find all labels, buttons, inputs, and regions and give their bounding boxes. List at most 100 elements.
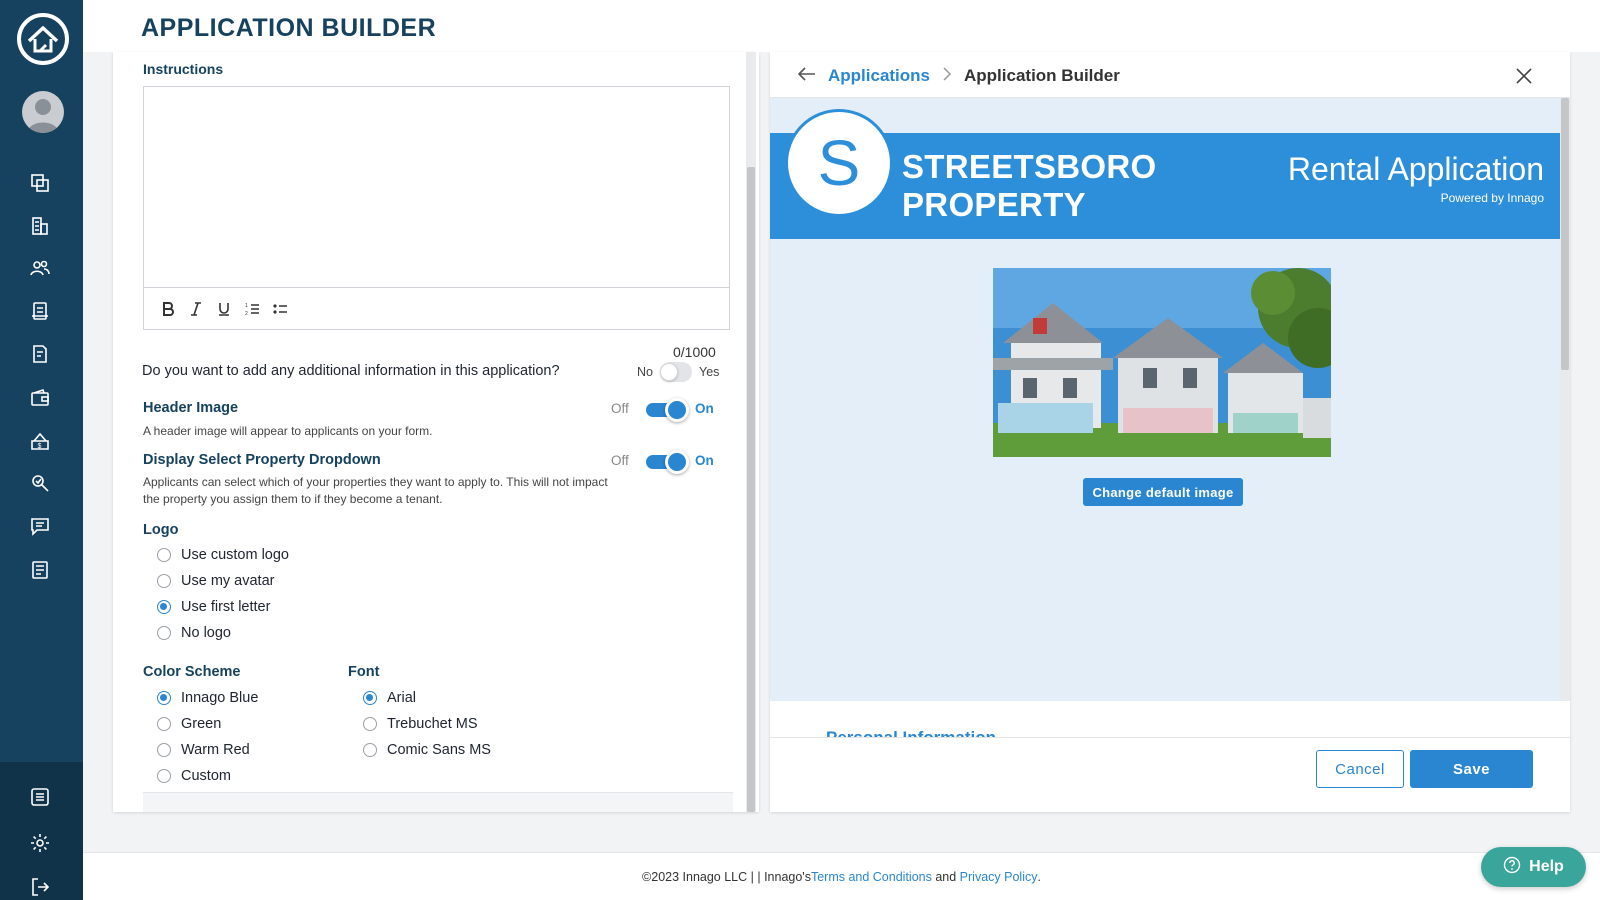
font-label: Font (348, 664, 380, 680)
bullet-list-icon[interactable] (272, 300, 288, 318)
radio-checked-icon[interactable] (157, 691, 171, 705)
character-counter: 0/1000 (673, 344, 716, 360)
header-image-toggle[interactable] (646, 398, 689, 422)
company-name-line-1: STREETSBORO (902, 148, 1157, 185)
back-arrow-icon[interactable] (797, 66, 816, 86)
header-image-off-label: Off (611, 401, 629, 416)
form-panel: Instructions 12 0/1000 Do you want to ad… (113, 52, 759, 812)
maintenance-icon[interactable] (27, 470, 53, 496)
radio-icon[interactable] (157, 717, 171, 731)
settings-icon[interactable] (27, 830, 53, 856)
additional-info-no-label: No (637, 365, 653, 379)
save-button[interactable]: Save (1410, 750, 1533, 788)
accounting-icon[interactable] (27, 298, 53, 324)
radio-icon[interactable] (363, 717, 377, 731)
logo-option-first-letter[interactable]: Use first letter (157, 599, 270, 615)
radio-icon[interactable] (157, 626, 171, 640)
editor-toolbar: 12 (144, 287, 729, 329)
instructions-label: Instructions (143, 61, 224, 77)
powered-by: Powered by Innago (1440, 191, 1544, 205)
logout-icon[interactable] (27, 874, 53, 900)
top-bar: APPLICATION BUILDER (83, 0, 1600, 52)
preview-panel: Applications Application Builder S STREE… (770, 52, 1570, 812)
instructions-editor[interactable]: 12 (143, 86, 730, 330)
messages-icon[interactable] (27, 513, 53, 539)
radio-icon[interactable] (363, 743, 377, 757)
font-option-comic-sans[interactable]: Comic Sans MS (363, 742, 491, 758)
radio-icon[interactable] (157, 574, 171, 588)
font-option-arial[interactable]: Arial (363, 690, 416, 706)
help-button[interactable]: Help (1481, 847, 1586, 887)
header-image (993, 268, 1331, 457)
sidebar: $ (0, 0, 83, 900)
wallet-icon[interactable] (27, 385, 53, 411)
radio-icon[interactable] (157, 743, 171, 757)
reports-icon[interactable] (27, 557, 53, 583)
svg-text:$: $ (38, 443, 42, 450)
header-image-label: Header Image (143, 400, 239, 416)
documents-icon[interactable] (27, 341, 53, 367)
privacy-link[interactable]: Privacy Policy (960, 870, 1038, 884)
bold-icon[interactable] (160, 300, 176, 318)
first-letter-logo: S (785, 109, 893, 217)
breadcrumb-current: Application Builder (964, 66, 1120, 85)
terms-link[interactable]: Terms and Conditions (811, 870, 932, 884)
custom-color-panel (143, 792, 733, 812)
payments-icon[interactable]: $ (27, 428, 53, 454)
people-icon[interactable] (27, 255, 53, 281)
close-icon[interactable] (1514, 66, 1534, 86)
buildings-icon[interactable] (27, 213, 53, 239)
chevron-right-icon (942, 66, 952, 86)
logo-option-avatar[interactable]: Use my avatar (157, 573, 274, 589)
radio-icon[interactable] (157, 769, 171, 783)
font-option-trebuchet[interactable]: Trebuchet MS (363, 716, 478, 732)
property-dropdown-label: Display Select Property Dropdown (143, 452, 381, 468)
page-footer: ©2023 Innago LLC | | Innago's Terms and … (83, 852, 1600, 900)
logo-option-none[interactable]: No logo (157, 625, 231, 641)
radio-checked-icon[interactable] (363, 691, 377, 705)
italic-icon[interactable] (188, 300, 204, 318)
color-option-innago-blue[interactable]: Innago Blue (157, 690, 258, 706)
radio-checked-icon[interactable] (157, 600, 171, 614)
change-default-image-button[interactable]: Change default image (1083, 478, 1243, 506)
header-image-on-label: On (695, 401, 714, 416)
header-image-hint: A header image will appear to applicants… (143, 424, 433, 438)
help-circle-icon (1503, 856, 1521, 879)
breadcrumb: Applications Application Builder (797, 64, 1120, 88)
preview-scrollbar[interactable] (1560, 98, 1570, 701)
property-dropdown-off-label: Off (611, 453, 629, 468)
cancel-button[interactable]: Cancel (1316, 750, 1404, 788)
footer-period: . (1037, 869, 1041, 884)
action-bar: Cancel Save (770, 737, 1570, 812)
avatar[interactable] (22, 91, 64, 133)
property-dropdown-toggle[interactable] (646, 450, 689, 474)
footer-and-text: and (931, 869, 960, 884)
property-dropdown-hint-line-1: Applicants can select which of your prop… (143, 475, 608, 489)
color-option-warm-red[interactable]: Warm Red (157, 742, 250, 758)
color-scheme-label: Color Scheme (143, 664, 241, 680)
underline-icon[interactable] (216, 300, 232, 318)
radio-icon[interactable] (157, 548, 171, 562)
ordered-list-icon[interactable]: 12 (244, 300, 260, 318)
page-title: APPLICATION BUILDER (141, 14, 437, 42)
help-label: Help (1529, 858, 1564, 875)
copyright-text: ©2023 Innago LLC | | Innago's (642, 869, 811, 884)
form-scrollbar[interactable] (746, 52, 756, 812)
property-dropdown-hint-line-2: the property you assign them to if they … (143, 492, 443, 506)
units-icon[interactable] (27, 170, 53, 196)
additional-info-question: Do you want to add any additional inform… (142, 363, 560, 379)
logo-label: Logo (143, 522, 179, 538)
color-option-green[interactable]: Green (157, 716, 221, 732)
logo-option-custom[interactable]: Use custom logo (157, 547, 289, 563)
list-icon[interactable] (27, 784, 53, 810)
additional-info-yes-label: Yes (699, 365, 720, 379)
breadcrumb-applications-link[interactable]: Applications (828, 66, 930, 86)
svg-text:1: 1 (245, 303, 248, 309)
color-option-custom[interactable]: Custom (157, 768, 231, 784)
svg-text:2: 2 (245, 311, 248, 316)
additional-info-toggle[interactable] (660, 360, 702, 384)
home-logo-icon[interactable] (17, 13, 69, 65)
property-dropdown-on-label: On (695, 453, 714, 468)
company-name-line-2: PROPERTY (902, 186, 1086, 223)
sidebar-bottom (0, 762, 83, 900)
